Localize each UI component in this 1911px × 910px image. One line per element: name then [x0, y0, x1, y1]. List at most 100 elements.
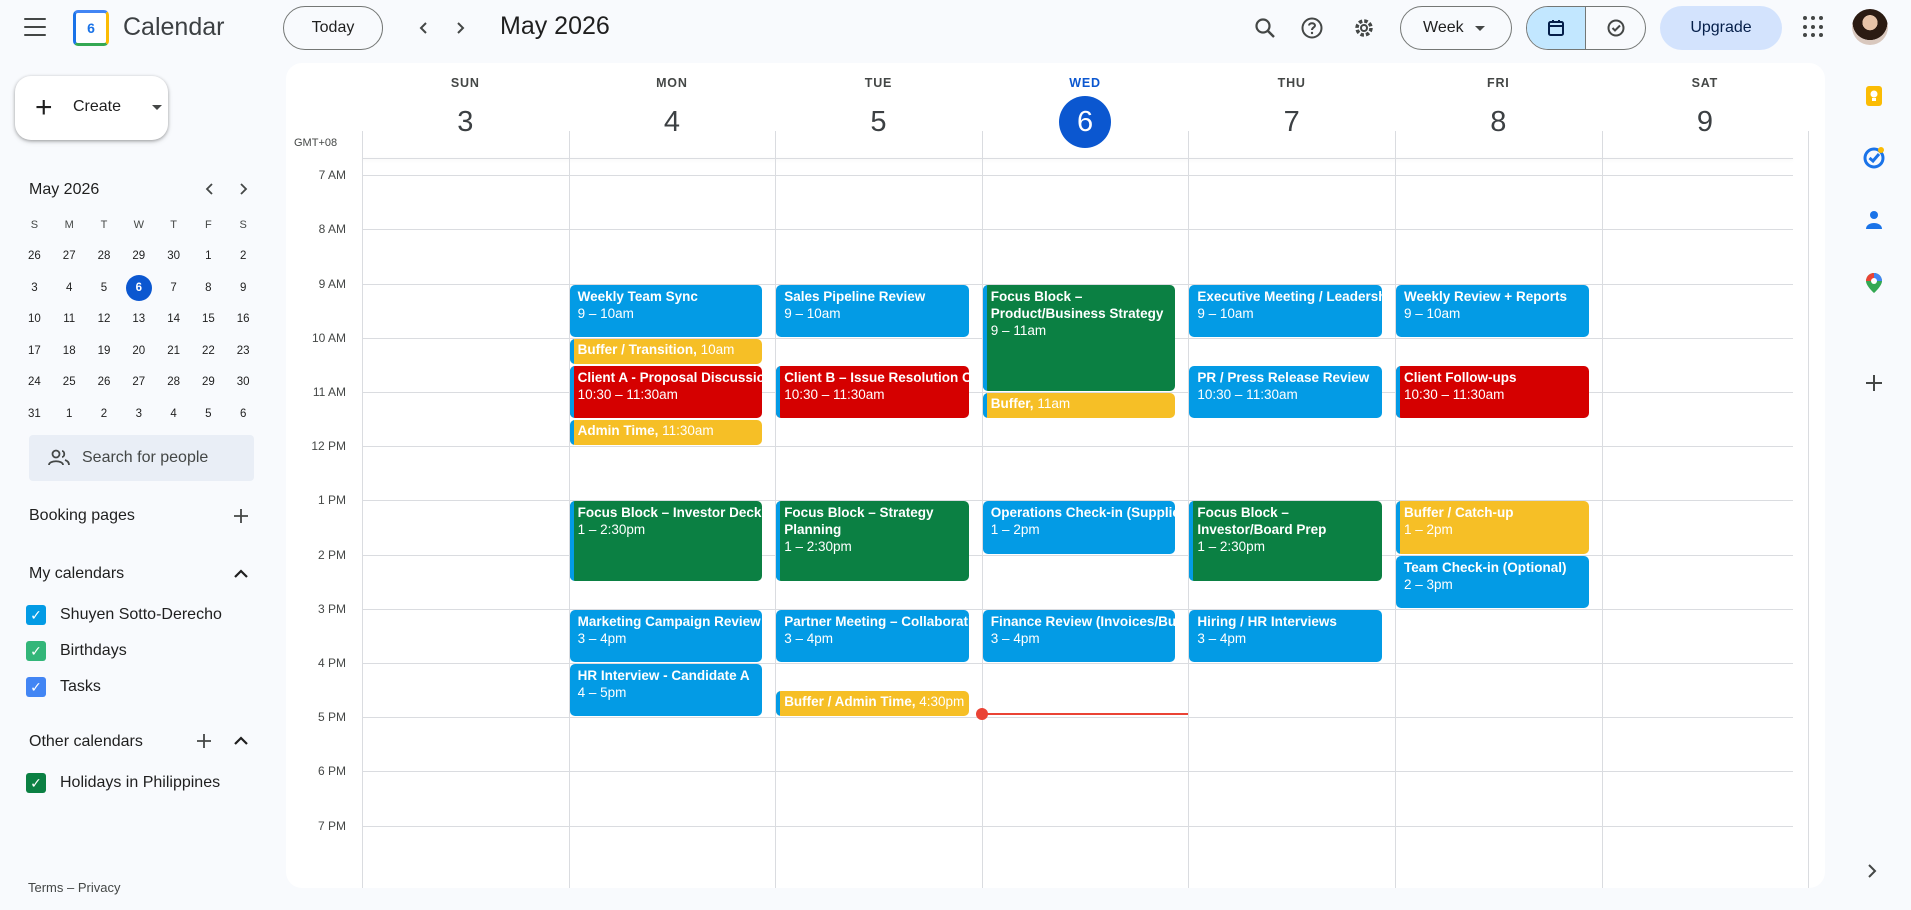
- calendar-event[interactable]: Weekly Team Sync 9 – 10am: [569, 284, 763, 337]
- calendar-list-item[interactable]: ✓ Shuyen Sotto-Derecho: [26, 601, 222, 629]
- mini-prev-month-button[interactable]: [199, 178, 221, 200]
- calendar-event[interactable]: Executive Meeting / Leadership 9 – 10am: [1189, 284, 1382, 337]
- mini-day[interactable]: 5: [191, 401, 226, 427]
- calendar-event[interactable]: Focus Block – Investor Deck 1 – 2:30pm: [569, 501, 763, 581]
- calendar-list-item[interactable]: ✓ Holidays in Philippines: [26, 769, 220, 797]
- mini-day[interactable]: 19: [87, 338, 122, 364]
- calendar-event[interactable]: Team Check-in (Optional) 2 – 3pm: [1396, 555, 1589, 608]
- mini-day[interactable]: 30: [226, 369, 261, 395]
- day-number[interactable]: 4: [646, 96, 698, 148]
- keep-icon[interactable]: [1862, 84, 1886, 108]
- search-button[interactable]: [1250, 13, 1280, 43]
- mini-day[interactable]: 25: [52, 369, 87, 395]
- day-header[interactable]: WED 6: [982, 63, 1189, 148]
- calendar-event[interactable]: Client A - Proposal Discussion 10:30 – 11…: [569, 365, 763, 419]
- calendar-event[interactable]: Finance Review (Invoices/Budget)3 – 4pm: [982, 609, 1176, 662]
- mini-next-month-button[interactable]: [232, 178, 254, 200]
- mini-day[interactable]: 31: [17, 401, 52, 427]
- expand-side-panel-button[interactable]: [1866, 864, 1878, 883]
- mini-day[interactable]: 5: [87, 275, 122, 301]
- day-header[interactable]: MON 4: [569, 63, 776, 148]
- calendar-event[interactable]: Buffer / Transition, 10am: [569, 338, 763, 364]
- mini-day[interactable]: 7: [156, 275, 191, 301]
- mini-day[interactable]: 23: [226, 338, 261, 364]
- day-number[interactable]: 6: [1059, 96, 1112, 148]
- mini-day[interactable]: 11: [52, 306, 87, 332]
- day-header[interactable]: SUN 3: [362, 63, 569, 148]
- mini-day[interactable]: 13: [121, 306, 156, 332]
- calendar-event[interactable]: Buffer, 11am: [982, 393, 1176, 419]
- calendar-event[interactable]: Hiring / HR Interviews 3 – 4pm: [1189, 609, 1382, 662]
- calendar-event[interactable]: Client B – Issue Resolution Call 10:30 – …: [776, 365, 969, 419]
- calendar-event[interactable]: Sales Pipeline Review 9 – 10am: [776, 284, 969, 337]
- day-header[interactable]: FRI 8: [1395, 63, 1602, 148]
- calendar-event[interactable]: HR Interview - Candidate A 4 – 5pm: [569, 664, 763, 717]
- day-header[interactable]: TUE 5: [775, 63, 982, 148]
- time-grid[interactable]: 6 AM7 AM8 AM9 AM10 AM11 AM12 PM1 PM2 PM3…: [286, 159, 1825, 888]
- calendar-checkbox[interactable]: ✓: [26, 641, 46, 661]
- calendar-event[interactable]: Marketing Campaign Review 3 – 4pm: [569, 609, 763, 662]
- mini-day[interactable]: 20: [121, 338, 156, 364]
- mini-day[interactable]: 14: [156, 306, 191, 332]
- add-addon-button[interactable]: [1862, 371, 1886, 395]
- calendar-event[interactable]: PR / Press Release Review 10:30 – 11:30am: [1189, 365, 1382, 419]
- today-button[interactable]: Today: [283, 6, 383, 50]
- calendar-event[interactable]: Focus Block – Strategy Planning 1 – 2:30p…: [776, 501, 969, 581]
- account-avatar[interactable]: [1852, 9, 1888, 45]
- collapse-my-calendars-button[interactable]: [229, 562, 253, 586]
- calendar-checkbox[interactable]: ✓: [26, 605, 46, 625]
- create-button[interactable]: + Create: [15, 76, 168, 140]
- mini-day[interactable]: 15: [191, 306, 226, 332]
- mini-day[interactable]: 2: [87, 401, 122, 427]
- tasks-view-button[interactable]: [1586, 7, 1645, 49]
- tasks-app-icon[interactable]: [1862, 146, 1886, 170]
- view-selector[interactable]: Week: [1400, 6, 1512, 50]
- mini-day[interactable]: 22: [191, 338, 226, 364]
- settings-button[interactable]: [1349, 13, 1379, 43]
- mini-day[interactable]: 26: [87, 369, 122, 395]
- search-people-input[interactable]: Search for people: [29, 435, 254, 481]
- mini-day[interactable]: 21: [156, 338, 191, 364]
- mini-day[interactable]: 9: [226, 275, 261, 301]
- mini-day[interactable]: 4: [52, 275, 87, 301]
- day-number[interactable]: 3: [439, 96, 491, 148]
- contacts-icon[interactable]: [1862, 208, 1886, 232]
- calendar-event[interactable]: Focus Block – Product/Business Strategy 9…: [982, 284, 1176, 391]
- calendar-event[interactable]: Focus Block – Investor/Board Prep 1 – 2:3…: [1189, 501, 1382, 581]
- mini-day[interactable]: 10: [17, 306, 52, 332]
- calendar-event[interactable]: Buffer / Catch-up 1 – 2pm: [1396, 501, 1589, 554]
- calendar-event[interactable]: Client Follow-ups 10:30 – 11:30am: [1396, 365, 1589, 419]
- day-number[interactable]: 7: [1266, 96, 1318, 148]
- day-header[interactable]: THU 7: [1188, 63, 1395, 148]
- my-calendars-heading[interactable]: My calendars: [29, 565, 124, 583]
- previous-week-button[interactable]: [410, 14, 438, 42]
- other-calendars-heading[interactable]: Other calendars: [29, 733, 143, 751]
- add-booking-page-button[interactable]: [229, 504, 253, 528]
- mini-day[interactable]: 6: [226, 401, 261, 427]
- add-other-calendar-button[interactable]: [192, 729, 216, 753]
- mini-day[interactable]: 8: [191, 275, 226, 301]
- mini-day[interactable]: 1: [52, 401, 87, 427]
- maps-icon[interactable]: [1862, 271, 1886, 295]
- upgrade-button[interactable]: Upgrade: [1660, 6, 1782, 50]
- mini-day[interactable]: 24: [17, 369, 52, 395]
- mini-day[interactable]: 28: [87, 243, 122, 269]
- next-week-button[interactable]: [446, 14, 474, 42]
- mini-day[interactable]: 30: [156, 243, 191, 269]
- mini-day[interactable]: 3: [17, 275, 52, 301]
- calendar-logo-icon[interactable]: 6: [73, 10, 109, 46]
- day-number[interactable]: 5: [852, 96, 904, 148]
- calendar-event[interactable]: Admin Time, 11:30am: [569, 420, 763, 446]
- mini-day[interactable]: 17: [17, 338, 52, 364]
- mini-day[interactable]: 28: [156, 369, 191, 395]
- mini-day[interactable]: 16: [226, 306, 261, 332]
- terms-privacy-link[interactable]: Terms – Privacy: [28, 880, 120, 895]
- google-apps-icon[interactable]: [1803, 16, 1825, 38]
- mini-day[interactable]: 1: [191, 243, 226, 269]
- calendar-checkbox[interactable]: ✓: [26, 677, 46, 697]
- calendar-view-button[interactable]: [1527, 7, 1587, 49]
- calendar-event[interactable]: Weekly Review + Reports 9 – 10am: [1396, 284, 1589, 337]
- mini-day[interactable]: 26: [17, 243, 52, 269]
- calendar-event[interactable]: Operations Check-in (Suppliers)1 – 2pm: [982, 501, 1176, 554]
- mini-day[interactable]: 18: [52, 338, 87, 364]
